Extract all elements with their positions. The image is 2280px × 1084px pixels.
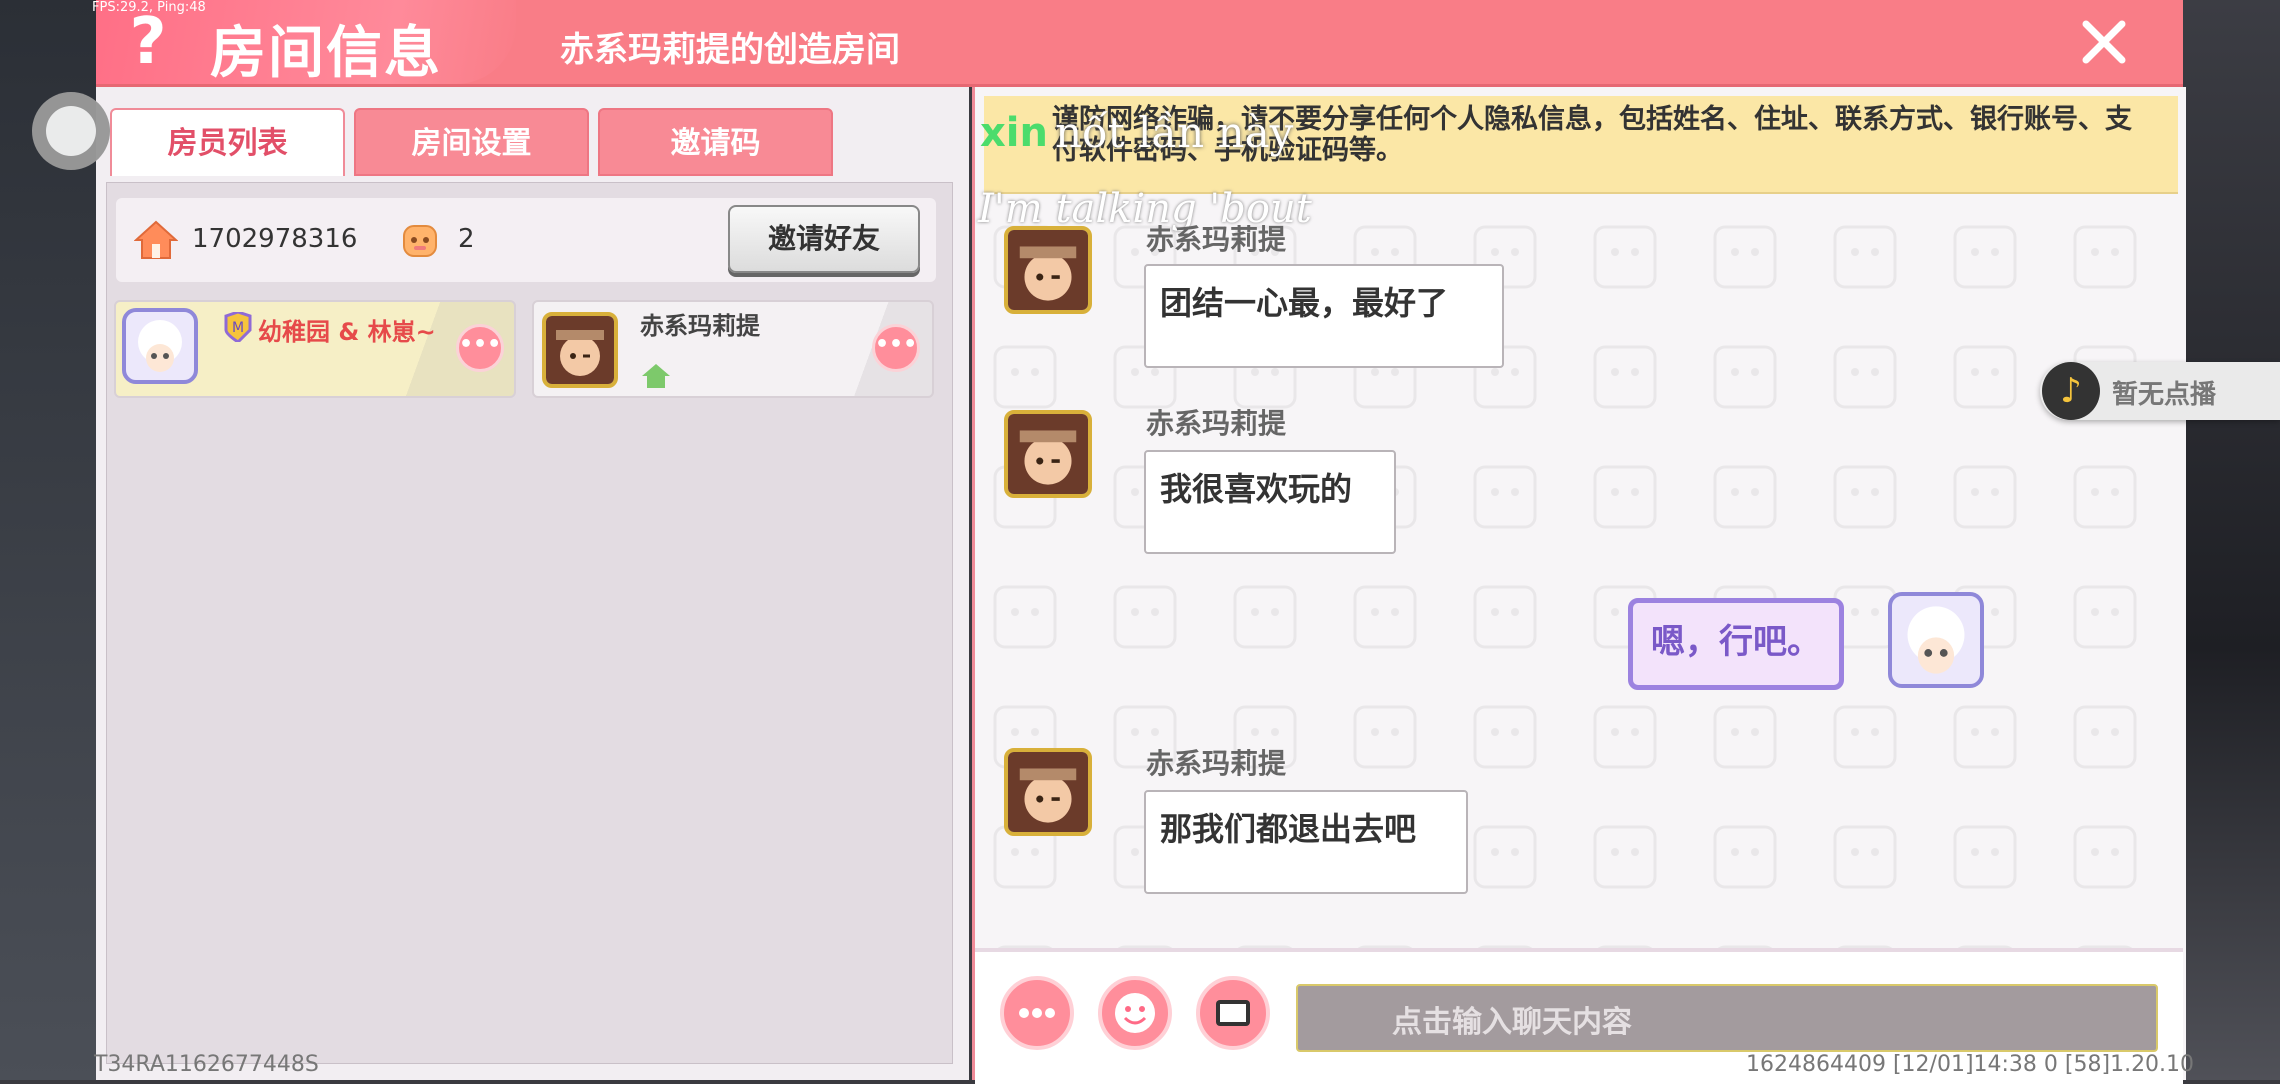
fps-indicator: FPS:29.2, Ping:48 — [92, 0, 206, 15]
floating-menu-button[interactable] — [32, 92, 110, 170]
tab-room-settings[interactable]: 房间设置 — [354, 108, 589, 176]
message-bubble: 团结一心最，最好了 — [1144, 264, 1504, 368]
game-background-right — [2183, 0, 2280, 1080]
message-bubble: 我很喜欢玩的 — [1144, 450, 1396, 554]
lyric-overlay-white: nốt lần này — [1055, 108, 1294, 157]
vip-badge-icon: M — [224, 312, 252, 342]
member-name: 赤系玛莉提 — [640, 312, 760, 340]
music-status-text: 暂无点播 — [2112, 380, 2217, 410]
emoji-button[interactable] — [1098, 976, 1172, 1050]
svg-text:M: M — [232, 320, 244, 336]
lyric-overlay-green: xin — [980, 110, 1048, 156]
invite-friend-button[interactable]: 邀请好友 — [728, 205, 920, 273]
message-sender: 赤系玛莉提 — [1146, 747, 1287, 780]
avatar[interactable] — [1004, 226, 1092, 314]
session-code: T34RA1162677448S — [94, 1052, 319, 1077]
emoji-icon — [1115, 993, 1155, 1033]
close-icon[interactable] — [2076, 14, 2132, 70]
build-info: 1624864409 [12/01]14:38 0 [58]1.20.10 — [1746, 1052, 2195, 1077]
help-icon[interactable]: ? — [118, 6, 178, 78]
avatar[interactable] — [1004, 410, 1092, 498]
chat-input-placeholder: 点击输入聊天内容 — [1392, 1005, 1632, 1040]
keyboard-button[interactable] — [1196, 976, 1270, 1050]
room-name: 赤系玛莉提的创造房间 — [560, 30, 900, 70]
room-id: 1702978316 — [192, 224, 358, 254]
avatar[interactable] — [1004, 748, 1092, 836]
message-sender: 赤系玛莉提 — [1146, 407, 1287, 440]
message-sender: 赤系玛莉提 — [1146, 223, 1287, 256]
my-message-bubble: 嗯，行吧。 — [1628, 598, 1844, 690]
keyboard-icon — [1216, 1000, 1250, 1026]
page-title: 房间信息 — [210, 21, 442, 86]
message-bubble: 那我们都退出去吧 — [1144, 790, 1468, 894]
home-host-icon — [642, 364, 670, 388]
more-options-button[interactable]: ••• — [872, 324, 920, 372]
member-name: 幼稚园 & 林崽~ — [258, 318, 436, 346]
member-count-icon — [403, 225, 437, 257]
music-note-icon[interactable]: ♪ — [2042, 362, 2100, 420]
avatar[interactable] — [542, 312, 618, 388]
tab-invite-code[interactable]: 邀请码 — [598, 108, 833, 176]
member-count: 2 — [458, 224, 475, 254]
house-icon — [134, 220, 178, 259]
avatar[interactable] — [122, 308, 198, 384]
more-options-button[interactable] — [1000, 976, 1074, 1050]
tab-member-list[interactable]: 房员列表 — [110, 108, 345, 176]
my-avatar[interactable] — [1888, 592, 1984, 688]
more-options-button[interactable]: ••• — [456, 324, 504, 372]
